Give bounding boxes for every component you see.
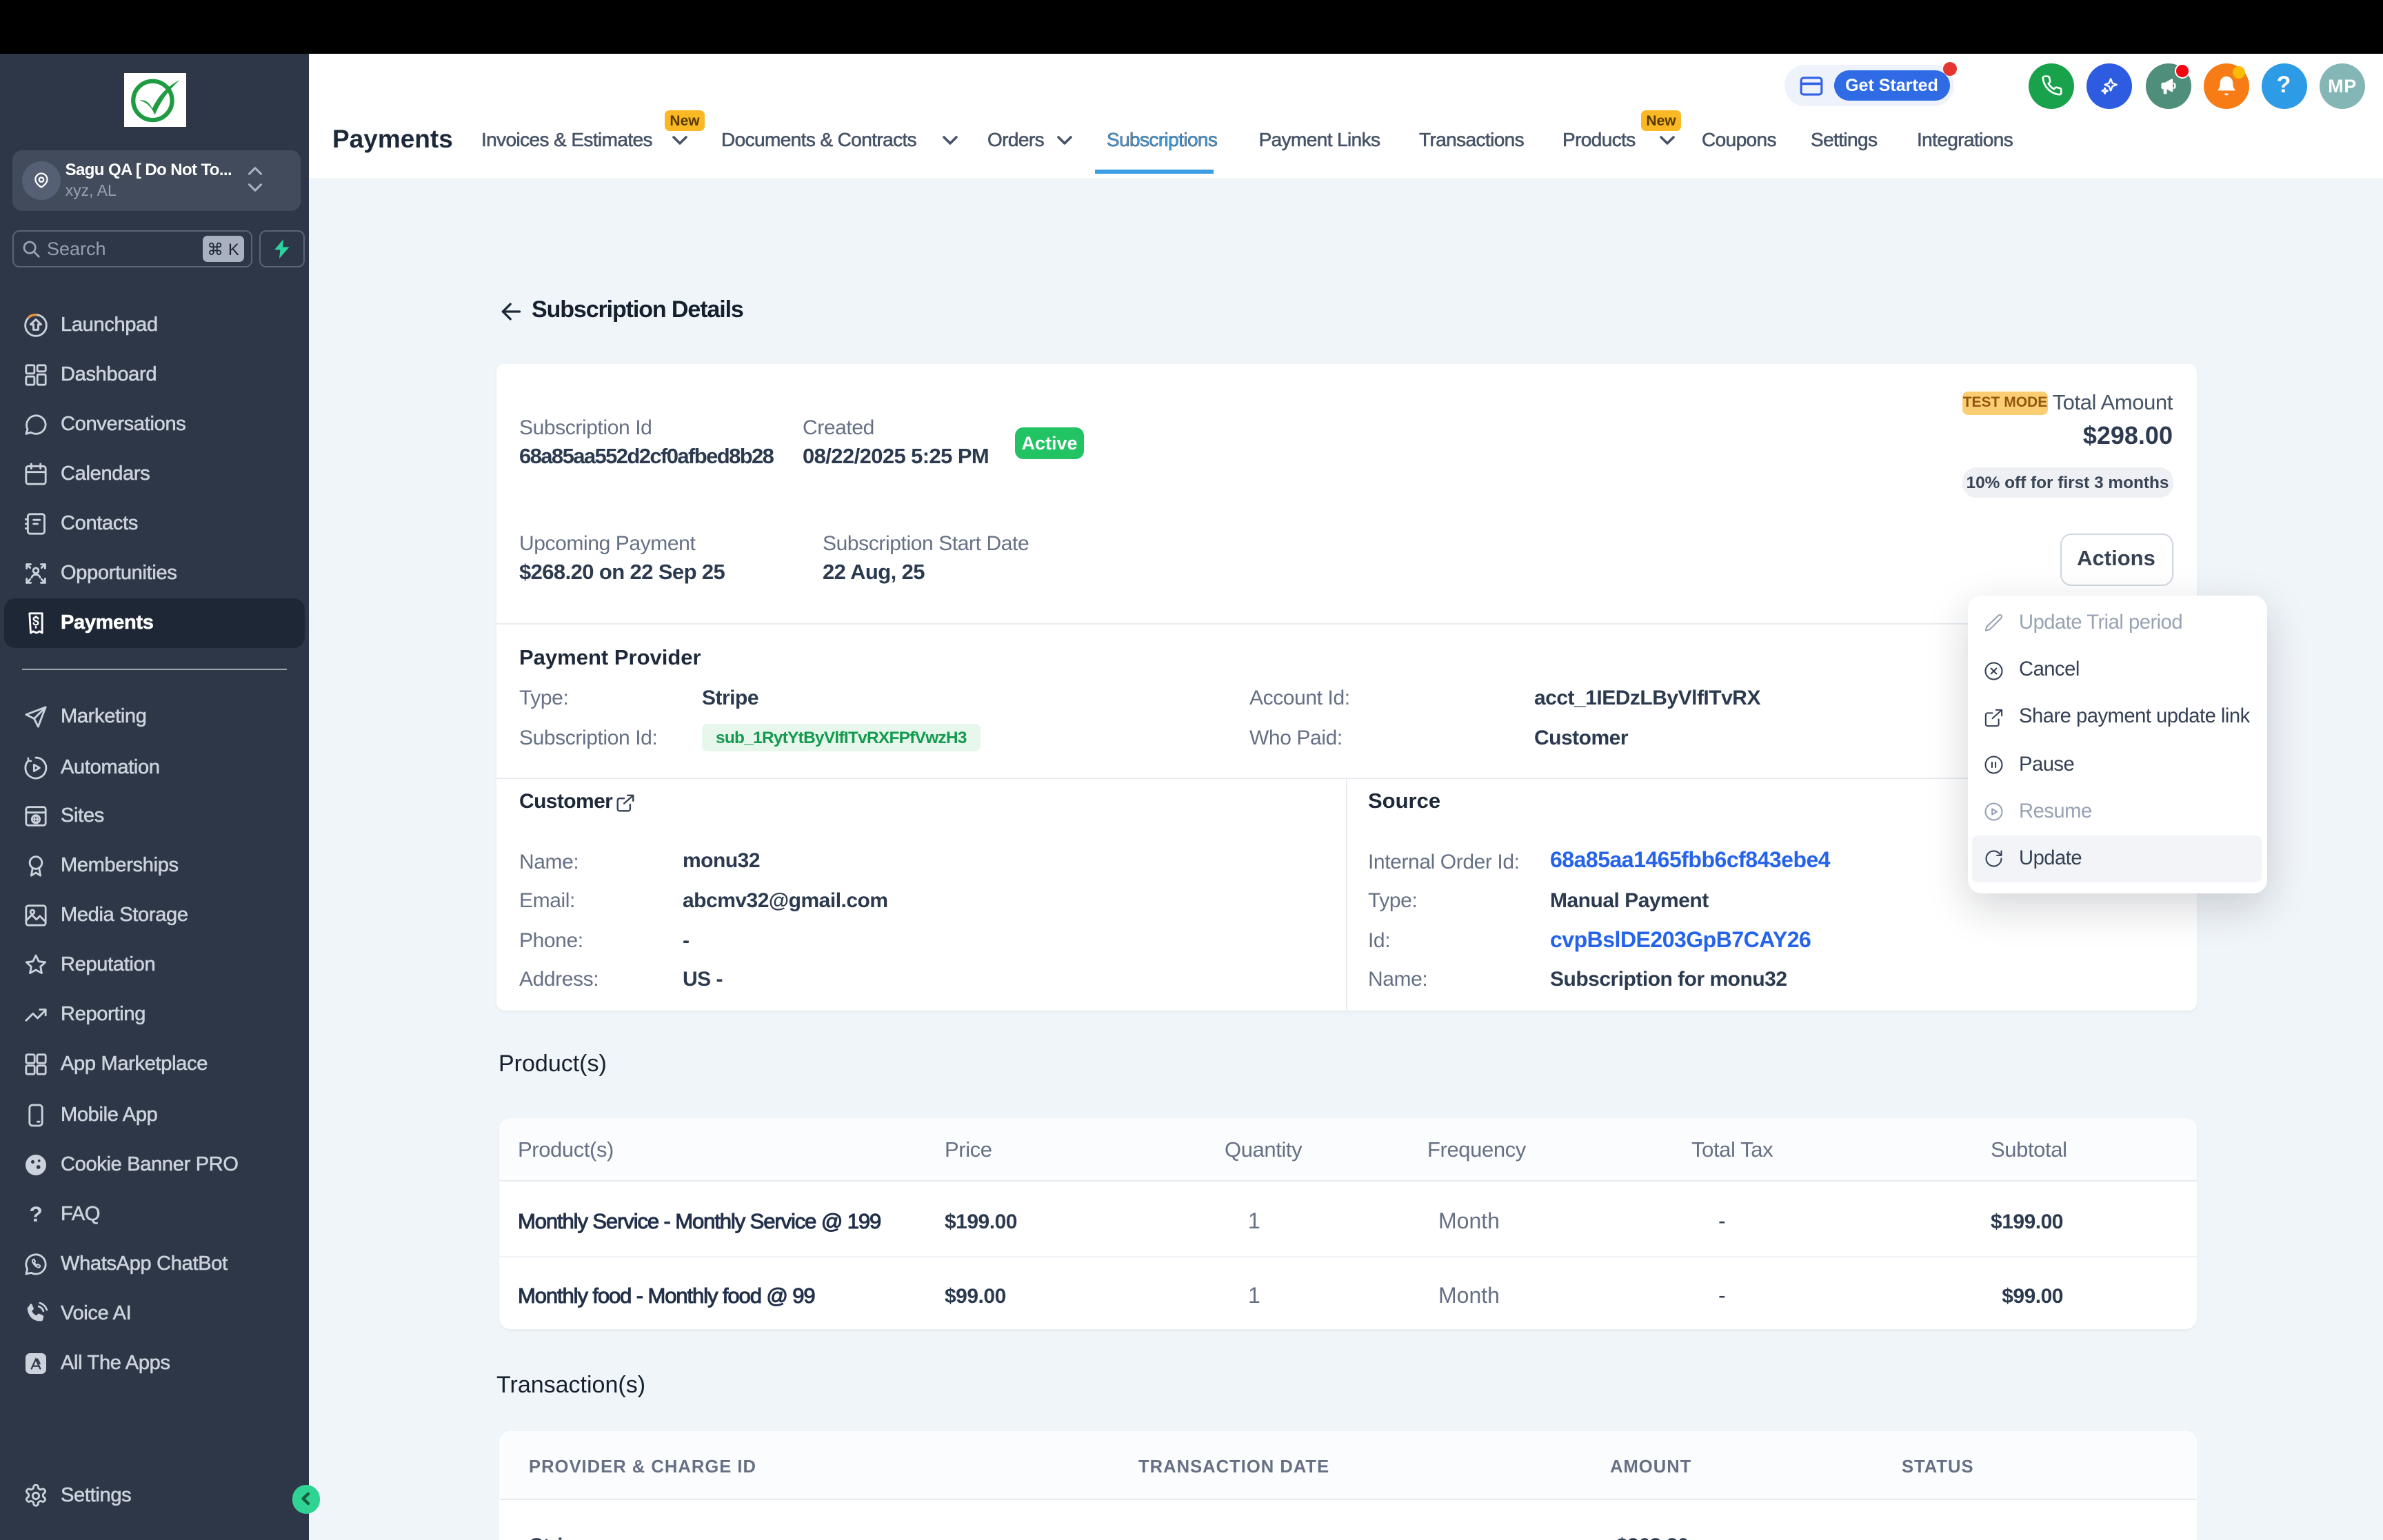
svg-text:?: ? bbox=[29, 1202, 42, 1226]
